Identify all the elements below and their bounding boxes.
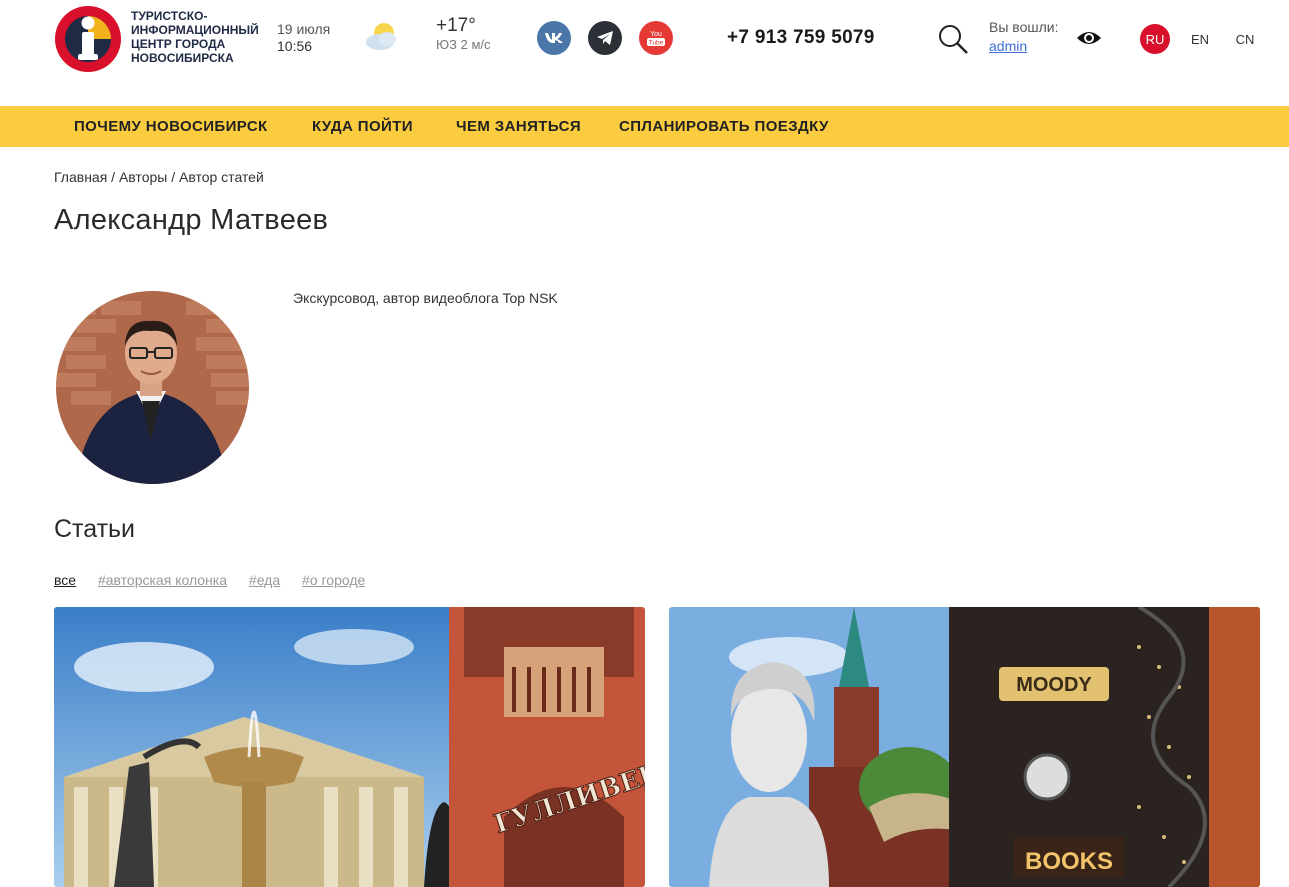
- user-link[interactable]: admin: [989, 38, 1027, 54]
- date-time: 19 июля 10:56: [277, 21, 330, 55]
- search-icon[interactable]: [936, 22, 970, 56]
- nav-item-plan-trip[interactable]: СПЛАНИРОВАТЬ ПОЕЗДКУ: [619, 118, 829, 135]
- login-status: Вы вошли: admin: [989, 18, 1058, 56]
- nav-item-where-to-go[interactable]: КУДА ПОЙТИ: [312, 118, 413, 135]
- articles-heading: Статьи: [54, 515, 136, 543]
- time: 10:56: [277, 38, 313, 54]
- article-image: ГУЛЛИВЕР: [54, 607, 645, 887]
- author-photo: [56, 291, 249, 484]
- breadcrumb-authors[interactable]: Авторы /: [119, 169, 175, 185]
- eye-icon[interactable]: [1075, 27, 1103, 49]
- wind: ЮЗ 2 м/с: [436, 37, 491, 52]
- date: 19 июля: [277, 21, 331, 37]
- brand-line: ЦЕНТР ГОРОДА: [131, 37, 226, 51]
- lang-ru[interactable]: RU: [1140, 24, 1170, 54]
- vk-link[interactable]: [537, 21, 571, 55]
- article-image-sign: MOODY: [1016, 674, 1092, 696]
- article-card[interactable]: MOODY BOOKS: [669, 607, 1260, 887]
- telegram-icon: [597, 31, 613, 45]
- article-image-sign: BOOKS: [1025, 848, 1113, 875]
- author-avatar: [56, 291, 249, 484]
- login-label: Вы вошли:: [989, 19, 1059, 35]
- main-nav: ПОЧЕМУ НОВОСИБИРСК КУДА ПОЙТИ ЧЕМ ЗАНЯТЬ…: [0, 106, 1289, 147]
- breadcrumb-current: Автор статей: [179, 169, 264, 185]
- telegram-link[interactable]: [588, 21, 622, 55]
- brand-line: ТУРИСТСКО-: [131, 9, 208, 23]
- youtube-link[interactable]: You Tube: [639, 21, 673, 55]
- youtube-icon: You Tube: [647, 31, 665, 47]
- tag-all[interactable]: все: [54, 572, 76, 588]
- nav-item-what-to-do[interactable]: ЧЕМ ЗАНЯТЬСЯ: [456, 118, 581, 135]
- lang-en[interactable]: EN: [1185, 24, 1215, 54]
- site-header: ТУРИСТСКО- ИНФОРМАЦИОННЫЙ ЦЕНТР ГОРОДА Н…: [0, 0, 1289, 106]
- page-title: Александр Матвеев: [54, 204, 329, 236]
- brand-name[interactable]: ТУРИСТСКО- ИНФОРМАЦИОННЫЙ ЦЕНТР ГОРОДА Н…: [131, 9, 271, 65]
- youtube-icon-text: Tube: [649, 40, 664, 47]
- weather: +17° ЮЗ 2 м/с: [436, 15, 491, 53]
- temperature: +17°: [436, 15, 476, 36]
- nav-item-why-novosibirsk[interactable]: ПОЧЕМУ НОВОСИБИРСК: [74, 118, 268, 135]
- youtube-icon-text: You: [650, 31, 662, 38]
- article-card[interactable]: ГУЛЛИВЕР: [54, 607, 645, 887]
- tag-filter: все #авторская колонка #еда #о городе: [54, 572, 383, 588]
- breadcrumb-home[interactable]: Главная /: [54, 169, 115, 185]
- lang-cn[interactable]: CN: [1230, 24, 1260, 54]
- brand-line: ИНФОРМАЦИОННЫЙ: [131, 23, 259, 37]
- tag-food[interactable]: #еда: [249, 572, 280, 588]
- partly-cloudy-icon: [366, 23, 396, 50]
- brand-line: НОВОСИБИРСКА: [131, 51, 234, 65]
- vk-icon: [545, 33, 563, 43]
- author-bio: Экскурсовод, автор видеоблога Top NSK: [293, 290, 558, 306]
- breadcrumb: Главная / Авторы / Автор статей: [54, 169, 268, 185]
- site-logo[interactable]: [54, 5, 122, 73]
- tag-about-city[interactable]: #о городе: [302, 572, 365, 588]
- phone-number[interactable]: +7 913 759 5079: [727, 27, 875, 49]
- tag-author-column[interactable]: #авторская колонка: [98, 572, 227, 588]
- article-image: MOODY BOOKS: [669, 607, 1260, 887]
